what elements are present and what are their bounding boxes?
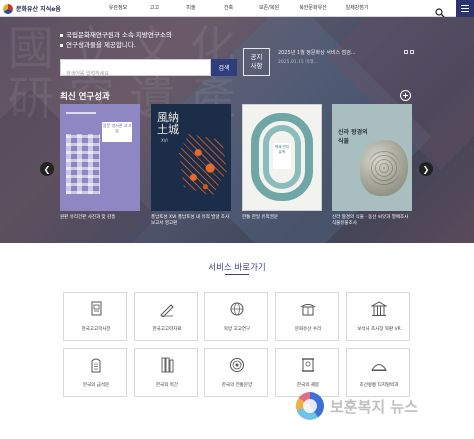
service-card[interactable]: 문화유산 수리	[275, 292, 339, 341]
temple-icon	[371, 301, 387, 316]
hamburger-menu-icon[interactable]	[456, 0, 474, 17]
research-book[interactable]: 風納土城 XVI 풍납토성 XVI 풍납토성 내 유적 발굴 조사 보고서 영고…	[151, 104, 231, 227]
pattern-icon	[230, 358, 244, 372]
document-icon	[91, 301, 102, 316]
carousel-prev-icon[interactable]: ❮	[40, 162, 54, 176]
research-book[interactable]: 신라 왕경의 식물 신라 왕경의 식물 · 동선 씨앗과 열매조사 식물유물조사	[332, 104, 412, 227]
site-logo[interactable]: 문화유산 지식e음	[3, 3, 61, 14]
nav-item-conservation[interactable]: 보존/복원	[248, 4, 290, 11]
pen-writing-icon	[160, 304, 174, 317]
service-label: 한국의 금석문	[82, 383, 110, 388]
royal-tomb-icon	[371, 364, 387, 371]
search-field[interactable]	[60, 59, 211, 82]
nav-item-archaeology[interactable]: 고고	[136, 4, 173, 11]
service-label: 문화유산 수리	[294, 327, 322, 332]
search-input[interactable]	[61, 66, 210, 82]
notice-controls	[404, 50, 414, 54]
book-caption: 풍납토성 XVI 풍납토성 내 유적 발굴 조사 보고서 영고판	[151, 215, 230, 226]
main-menu: 유관정보 고고 미술 건축 보존/복원 북한문화유산 일제강점기	[100, 4, 378, 11]
book-cover: 광문 영서관 고고학	[60, 104, 140, 211]
scroll-icon	[302, 358, 314, 372]
service-card[interactable]: 한국의 궤봉	[275, 348, 339, 397]
book-cover: 신라 왕경의 식물	[332, 104, 412, 211]
globe-icon	[230, 302, 244, 316]
service-label: 북방 고고연구	[223, 327, 251, 332]
top-navigation-bar: 문화유산 지식e음 유관정보 고고 미술 건축 보존/복원 북한문화유산 일제강…	[0, 0, 474, 18]
latest-research-title: 최신 연구성과	[60, 92, 110, 102]
nav-item-architecture[interactable]: 건축	[209, 4, 248, 11]
service-card[interactable]: 한국고고학사전	[63, 292, 127, 341]
service-label: 보석사 조사장 북판 VR	[357, 327, 401, 332]
intro-line-2: 연구성과물을 제공합니다.	[66, 41, 136, 49]
notice-next-icon[interactable]	[410, 50, 414, 54]
intro-text: 국립문화재연구원과 소속 지방연구소의 연구성과물을 제공합니다.	[60, 30, 172, 50]
service-card[interactable]: 한국의 금석문	[63, 348, 127, 397]
book-cover: 風納土城 XVI	[151, 104, 231, 211]
wooden-slip-icon	[161, 357, 174, 373]
search-icon[interactable]	[435, 3, 445, 18]
service-label: 한국고고학사전	[81, 327, 111, 332]
service-card[interactable]: 조선왕릉 디지털박과	[346, 348, 410, 397]
service-card[interactable]: 한국의 전통문양	[204, 348, 268, 397]
book-cover: 백제 연지 유적	[242, 104, 322, 211]
watermark-logo-icon	[296, 392, 324, 420]
book-caption: 한통 한일 유적권문	[242, 215, 278, 220]
nav-item-related-info[interactable]: 유관정보	[100, 4, 136, 11]
service-card[interactable]: 북방 고고연구	[204, 292, 268, 341]
research-book[interactable]: 백제 연지 유적 한통 한일 유적권문	[242, 104, 322, 221]
notice-label[interactable]: 공지 사항	[243, 48, 270, 76]
book-caption: 신라 왕경의 식물 · 동선 씨앗과 열매조사 식물유물조사	[332, 215, 409, 226]
notice-headline[interactable]: 2025년 1월 정문화상 서비스 점검...	[278, 50, 356, 57]
services-title: 서비스 바로가기	[208, 263, 266, 273]
carousel-next-icon[interactable]: ❯	[419, 162, 433, 176]
service-card[interactable]: 한국의 목간	[134, 348, 198, 397]
service-label: 한국의 궤봉	[296, 383, 320, 388]
service-label: 조선왕릉 디지털박과	[359, 383, 399, 388]
notice-prev-icon[interactable]	[404, 50, 408, 54]
service-label: 한국의 목간	[155, 383, 179, 388]
book-caption: 원판 유리건판 사진과 맞 감흥	[60, 215, 116, 220]
stone-tablet-icon	[91, 358, 101, 373]
traditional-building-icon	[300, 304, 316, 316]
map-illustration	[179, 134, 227, 196]
hero-section: 國 立 文 化研 究 遺 產 국립문화재연구원과 소속 지방연구소의 연구성과물…	[0, 17, 474, 243]
seed-image	[360, 140, 408, 196]
notice-date: 2025.01.15 미래...	[278, 60, 318, 65]
news-watermark: 보훈복지 뉴스	[296, 392, 418, 420]
nav-item-art[interactable]: 미술	[173, 4, 209, 11]
nav-item-north-korea-heritage[interactable]: 북한문화유산	[290, 4, 336, 11]
service-card[interactable]: 보석사 조사장 북판 VR	[346, 292, 410, 341]
intro-line-1: 국립문화재연구원과 소속 지방연구소의	[66, 31, 172, 39]
service-label: 한국의 전통문양	[221, 383, 253, 388]
bullet-icon	[60, 43, 63, 47]
emblem-icon	[3, 3, 13, 14]
service-label: 한국고고학자료	[152, 327, 182, 332]
logo-text: 문화유산 지식e음	[16, 6, 61, 13]
nav-item-colonial-period[interactable]: 일제강점기	[336, 4, 378, 11]
watermark-text: 보훈복지 뉴스	[330, 397, 419, 416]
bullet-icon	[60, 33, 63, 37]
plus-icon[interactable]	[400, 90, 411, 101]
service-card[interactable]: 한국고고학자료	[134, 292, 198, 341]
search-button[interactable]: 검색	[211, 59, 237, 76]
title-underline	[225, 274, 249, 275]
research-book[interactable]: 광문 영서관 고고학 원판 유리건판 사진과 맞 감흥	[60, 104, 140, 221]
